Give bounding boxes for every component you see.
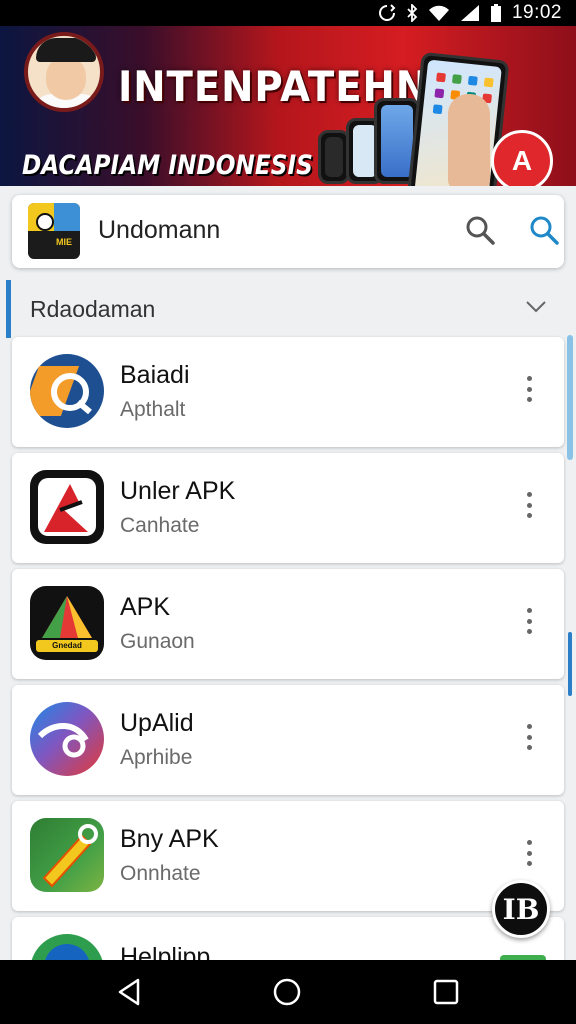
search-bar[interactable]: MIE Undomann — [12, 195, 564, 268]
scrollbar[interactable] — [567, 335, 573, 460]
more-options-icon[interactable] — [518, 490, 540, 520]
app-logo: MIE — [28, 203, 80, 259]
app-title: Baiadi — [120, 361, 190, 389]
blue-arrow-app-icon — [30, 354, 104, 428]
app-subtitle: Onnhate — [120, 862, 201, 885]
app-subtitle: Canhate — [120, 514, 200, 537]
back-icon[interactable] — [114, 976, 144, 1008]
search-icon[interactable] — [464, 214, 496, 246]
hand-illustration — [448, 94, 490, 186]
floating-action-button[interactable]: IB — [492, 880, 550, 938]
app-title: Bny APK — [120, 825, 219, 853]
app-subtitle: Apthalt — [120, 398, 186, 421]
triangle-app-icon: Gnedad — [30, 586, 104, 660]
section-accent-bar — [6, 280, 11, 338]
wifi-icon — [428, 5, 449, 21]
section-title: Rdaodaman — [30, 296, 156, 322]
scrollbar-thumb[interactable] — [568, 632, 572, 696]
promo-banner[interactable]: INTENPATEHN DACAPIAM INDONESIS A — [0, 26, 576, 186]
app-subtitle: Gunaon — [120, 630, 195, 653]
more-options-icon[interactable] — [518, 722, 540, 752]
green-tool-app-icon — [30, 818, 104, 892]
app-title: UpAlid — [120, 709, 194, 737]
more-options-icon[interactable] — [518, 374, 540, 404]
gradient-swirl-app-icon — [30, 702, 104, 776]
recents-icon[interactable] — [431, 976, 461, 1008]
app-subtitle: Aprhibe — [120, 746, 193, 769]
list-item[interactable]: Unler APK Canhate — [12, 453, 564, 563]
bluetooth-icon — [407, 4, 418, 22]
red-arrow-app-icon — [30, 470, 104, 544]
banner-badge[interactable]: A — [491, 130, 553, 186]
search-input[interactable]: Undomann — [98, 216, 220, 245]
list-item[interactable]: Bny APK Onnhate — [12, 801, 564, 911]
more-options-icon[interactable] — [518, 838, 540, 868]
section-header[interactable]: Rdaodaman — [6, 280, 564, 338]
home-icon[interactable] — [272, 976, 302, 1008]
list-item[interactable]: Gnedad APK Gunaon — [12, 569, 564, 679]
signal-icon — [460, 5, 479, 21]
banner-subtitle: DACAPIAM INDONESIS — [22, 150, 313, 181]
search-submit-icon[interactable] — [528, 214, 560, 246]
chevron-down-icon[interactable] — [524, 296, 548, 316]
list-item[interactable]: Baiadi Apthalt — [12, 337, 564, 447]
status-bar: 19:02 — [0, 0, 576, 26]
more-options-icon[interactable] — [518, 606, 540, 636]
banner-avatar — [24, 32, 104, 112]
status-time: 19:02 — [511, 2, 562, 23]
list-item[interactable]: UpAlid Aprhibe — [12, 685, 564, 795]
sync-icon — [378, 4, 396, 21]
app-title: APK — [120, 593, 171, 621]
navigation-bar — [0, 960, 576, 1024]
battery-icon — [490, 4, 501, 22]
app-title: Unler APK — [120, 477, 236, 505]
